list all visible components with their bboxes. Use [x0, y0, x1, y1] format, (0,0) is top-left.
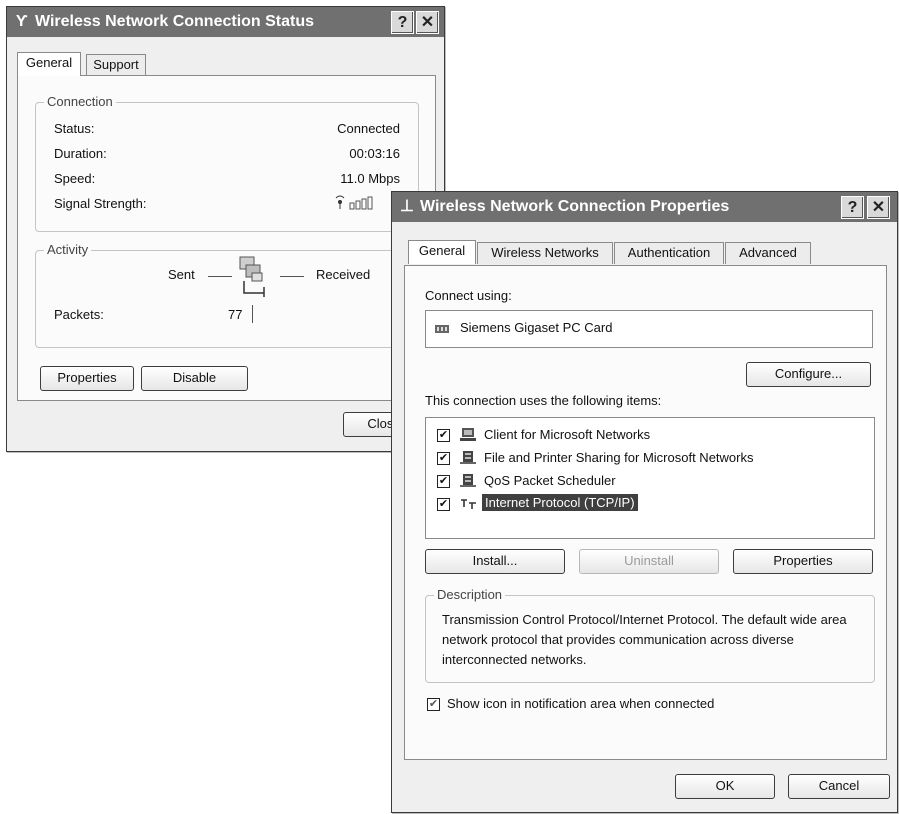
close-button[interactable]: ✕	[416, 11, 439, 34]
status-properties-button[interactable]: Properties	[40, 366, 134, 391]
list-item-tcpip[interactable]: ✔ Internet Protocol (TCP/IP)	[426, 493, 866, 515]
network-client-icon	[460, 428, 476, 441]
sent-line	[208, 276, 232, 277]
connect-using-label: Connect using:	[425, 288, 512, 303]
wireless-antenna-icon: Ƴ	[15, 13, 29, 30]
description-legend: Description	[434, 587, 506, 602]
show-icon-checkbox[interactable]: ✔	[427, 698, 440, 711]
tab-authentication[interactable]: Authentication	[614, 242, 724, 264]
signal-strength-label: Signal Strength:	[54, 196, 147, 211]
help-button[interactable]: ?	[841, 196, 864, 219]
status-title-bar[interactable]: Ƴ Wireless Network Connection Status ? ✕	[7, 7, 444, 37]
tab-general[interactable]: General	[17, 52, 81, 76]
sent-label: Sent	[168, 267, 195, 282]
properties-title-bar[interactable]: ⊥ Wireless Network Connection Properties …	[392, 192, 897, 222]
network-service-icon	[460, 474, 476, 487]
status-value: Connected	[337, 121, 400, 136]
show-icon-label: Show icon in notification area when conn…	[447, 696, 715, 711]
status-label: Status:	[54, 121, 95, 136]
description-group: Description Transmission Control Protoco…	[425, 587, 875, 683]
properties-window-title: Wireless Network Connection Properties	[420, 198, 730, 215]
signal-strength-icon	[335, 195, 373, 210]
components-list[interactable]: ✔ Client for Microsoft Networks ✔ File a…	[425, 417, 875, 539]
activity-group: Activity Sent Received Packets: 77 1	[35, 242, 419, 348]
speed-label: Speed:	[54, 171, 96, 186]
items-label: This connection uses the following items…	[425, 393, 662, 408]
tab-general[interactable]: General	[408, 240, 476, 264]
tab-support[interactable]: Support	[86, 54, 146, 76]
packets-label: Packets:	[54, 307, 104, 322]
received-label: Received	[316, 267, 371, 282]
item-label: File and Printer Sharing for Microsoft N…	[484, 450, 754, 465]
description-text: Transmission Control Protocol/Internet P…	[442, 612, 847, 667]
properties-general-panel: Connect using: Siemens Gigaset PC Card C…	[404, 265, 887, 760]
checkbox[interactable]: ✔	[437, 429, 450, 442]
properties-window: ⊥ Wireless Network Connection Properties …	[391, 191, 898, 813]
uninstall-button[interactable]: Uninstall	[579, 549, 719, 574]
configure-button[interactable]: Configure...	[746, 362, 871, 387]
packets-sent-value: 77	[228, 307, 243, 322]
checkbox[interactable]: ✔	[437, 498, 450, 511]
item-properties-button[interactable]: Properties	[733, 549, 873, 574]
install-button[interactable]: Install...	[425, 549, 565, 574]
ok-button[interactable]: OK	[675, 774, 775, 799]
list-item-client[interactable]: ✔ Client for Microsoft Networks	[426, 424, 866, 446]
item-label: QoS Packet Scheduler	[484, 473, 616, 488]
list-item-file-printer-sharing[interactable]: ✔ File and Printer Sharing for Microsoft…	[426, 447, 866, 469]
received-line	[280, 276, 304, 277]
adapter-box: Siemens Gigaset PC Card	[425, 310, 873, 348]
connection-legend: Connection	[44, 94, 116, 109]
help-button[interactable]: ?	[391, 11, 414, 34]
item-label: Client for Microsoft Networks	[484, 427, 651, 442]
tab-wireless-networks[interactable]: Wireless Networks	[477, 242, 613, 264]
status-window: Ƴ Wireless Network Connection Status ? ✕ …	[6, 6, 445, 452]
tab-advanced[interactable]: Advanced	[725, 242, 811, 264]
network-service-icon	[460, 451, 476, 464]
status-general-panel: Connection Status: Connected Duration: 0…	[17, 75, 436, 401]
show-icon-option[interactable]: ✔ Show icon in notification area when co…	[425, 695, 865, 715]
network-card-icon	[435, 325, 449, 333]
checkbox[interactable]: ✔	[437, 475, 450, 488]
checkbox[interactable]: ✔	[437, 452, 450, 465]
protocol-icon	[461, 499, 476, 509]
network-connection-icon: ⊥	[400, 198, 414, 215]
list-item-qos[interactable]: ✔ QoS Packet Scheduler	[426, 470, 866, 492]
item-label-selected: Internet Protocol (TCP/IP)	[482, 494, 638, 511]
duration-label: Duration:	[54, 146, 107, 161]
packets-divider	[252, 305, 253, 323]
disable-button[interactable]: Disable	[141, 366, 248, 391]
cancel-button[interactable]: Cancel	[788, 774, 890, 799]
duration-value: 00:03:16	[349, 146, 400, 161]
speed-value: 11.0 Mbps	[340, 171, 400, 186]
adapter-name: Siemens Gigaset PC Card	[460, 320, 613, 335]
activity-legend: Activity	[44, 242, 92, 257]
status-window-title: Wireless Network Connection Status	[35, 13, 315, 30]
network-activity-icon	[239, 256, 265, 297]
close-button[interactable]: ✕	[867, 196, 890, 219]
connection-group: Connection Status: Connected Duration: 0…	[35, 94, 419, 232]
